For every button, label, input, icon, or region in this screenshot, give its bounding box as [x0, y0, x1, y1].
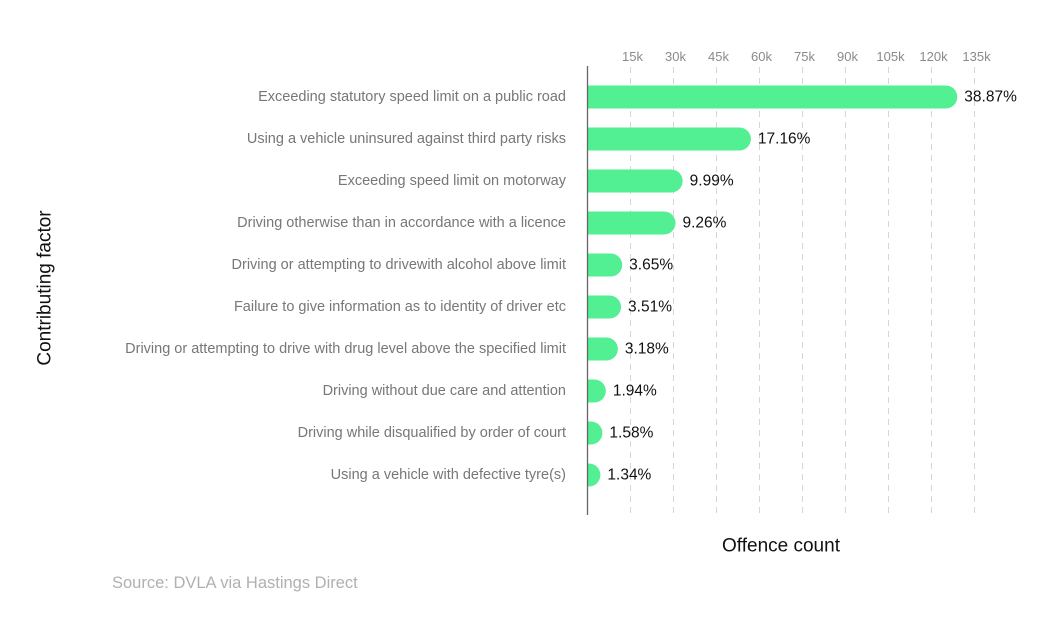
category-label: Driving or attempting to drivewith alcoh…	[232, 257, 566, 273]
category-label: Driving without due care and attention	[323, 383, 566, 399]
x-tick-label: 45k	[708, 49, 729, 64]
value-label: 3.51%	[628, 299, 672, 316]
x-tick-label: 15k	[622, 49, 643, 64]
category-labels: Exceeding statutory speed limit on a pub…	[125, 89, 567, 483]
value-label: 17.16%	[758, 131, 811, 148]
bar	[587, 337, 618, 361]
x-axis-ticks: 15k 30k 45k 60k 75k 90k 105k 120k 135k	[622, 49, 991, 64]
category-label: Exceeding speed limit on motorway	[338, 173, 567, 189]
offence-bar-chart: 15k 30k 45k 60k 75k 90k 105k 120k 135k Exceeding…	[35, 49, 1018, 592]
category-label: Driving while disqualified by order of c…	[298, 425, 566, 441]
category-label: Using a vehicle with defective tyre(s)	[331, 467, 566, 483]
x-tick-label: 90k	[837, 49, 858, 64]
value-label: 1.58%	[609, 425, 653, 442]
value-label: 3.18%	[625, 341, 669, 358]
x-tick-label: 105k	[876, 49, 905, 64]
x-axis-title: Offence count	[722, 536, 841, 557]
x-tick-label: 75k	[794, 49, 815, 64]
value-label: 9.99%	[690, 173, 734, 190]
bar	[587, 85, 958, 109]
bar	[587, 295, 622, 319]
category-label: Exceeding statutory speed limit on a pub…	[258, 89, 566, 105]
bar	[587, 379, 606, 403]
y-axis-title: Contributing factor	[35, 210, 56, 366]
x-tick-label: 135k	[962, 49, 991, 64]
category-label: Driving or attempting to drive with drug…	[125, 341, 566, 357]
value-label: 1.34%	[607, 467, 651, 484]
source-note: Source: DVLA via Hastings Direct	[112, 574, 358, 592]
bar	[587, 169, 683, 193]
x-tick-label: 60k	[751, 49, 772, 64]
value-label: 1.94%	[613, 383, 657, 400]
category-label: Failure to give information as to identi…	[234, 299, 566, 315]
category-label: Using a vehicle uninsured against third …	[247, 131, 566, 147]
bar	[587, 211, 676, 235]
x-tick-label: 30k	[665, 49, 686, 64]
x-tick-label: 120k	[919, 49, 948, 64]
bar	[587, 421, 603, 445]
value-label: 38.87%	[964, 89, 1017, 106]
bar	[587, 127, 751, 151]
category-label: Driving otherwise than in accordance wit…	[237, 215, 566, 231]
value-label: 9.26%	[683, 215, 727, 232]
value-label: 3.65%	[629, 257, 673, 274]
bar	[587, 253, 623, 277]
bar	[587, 463, 601, 487]
